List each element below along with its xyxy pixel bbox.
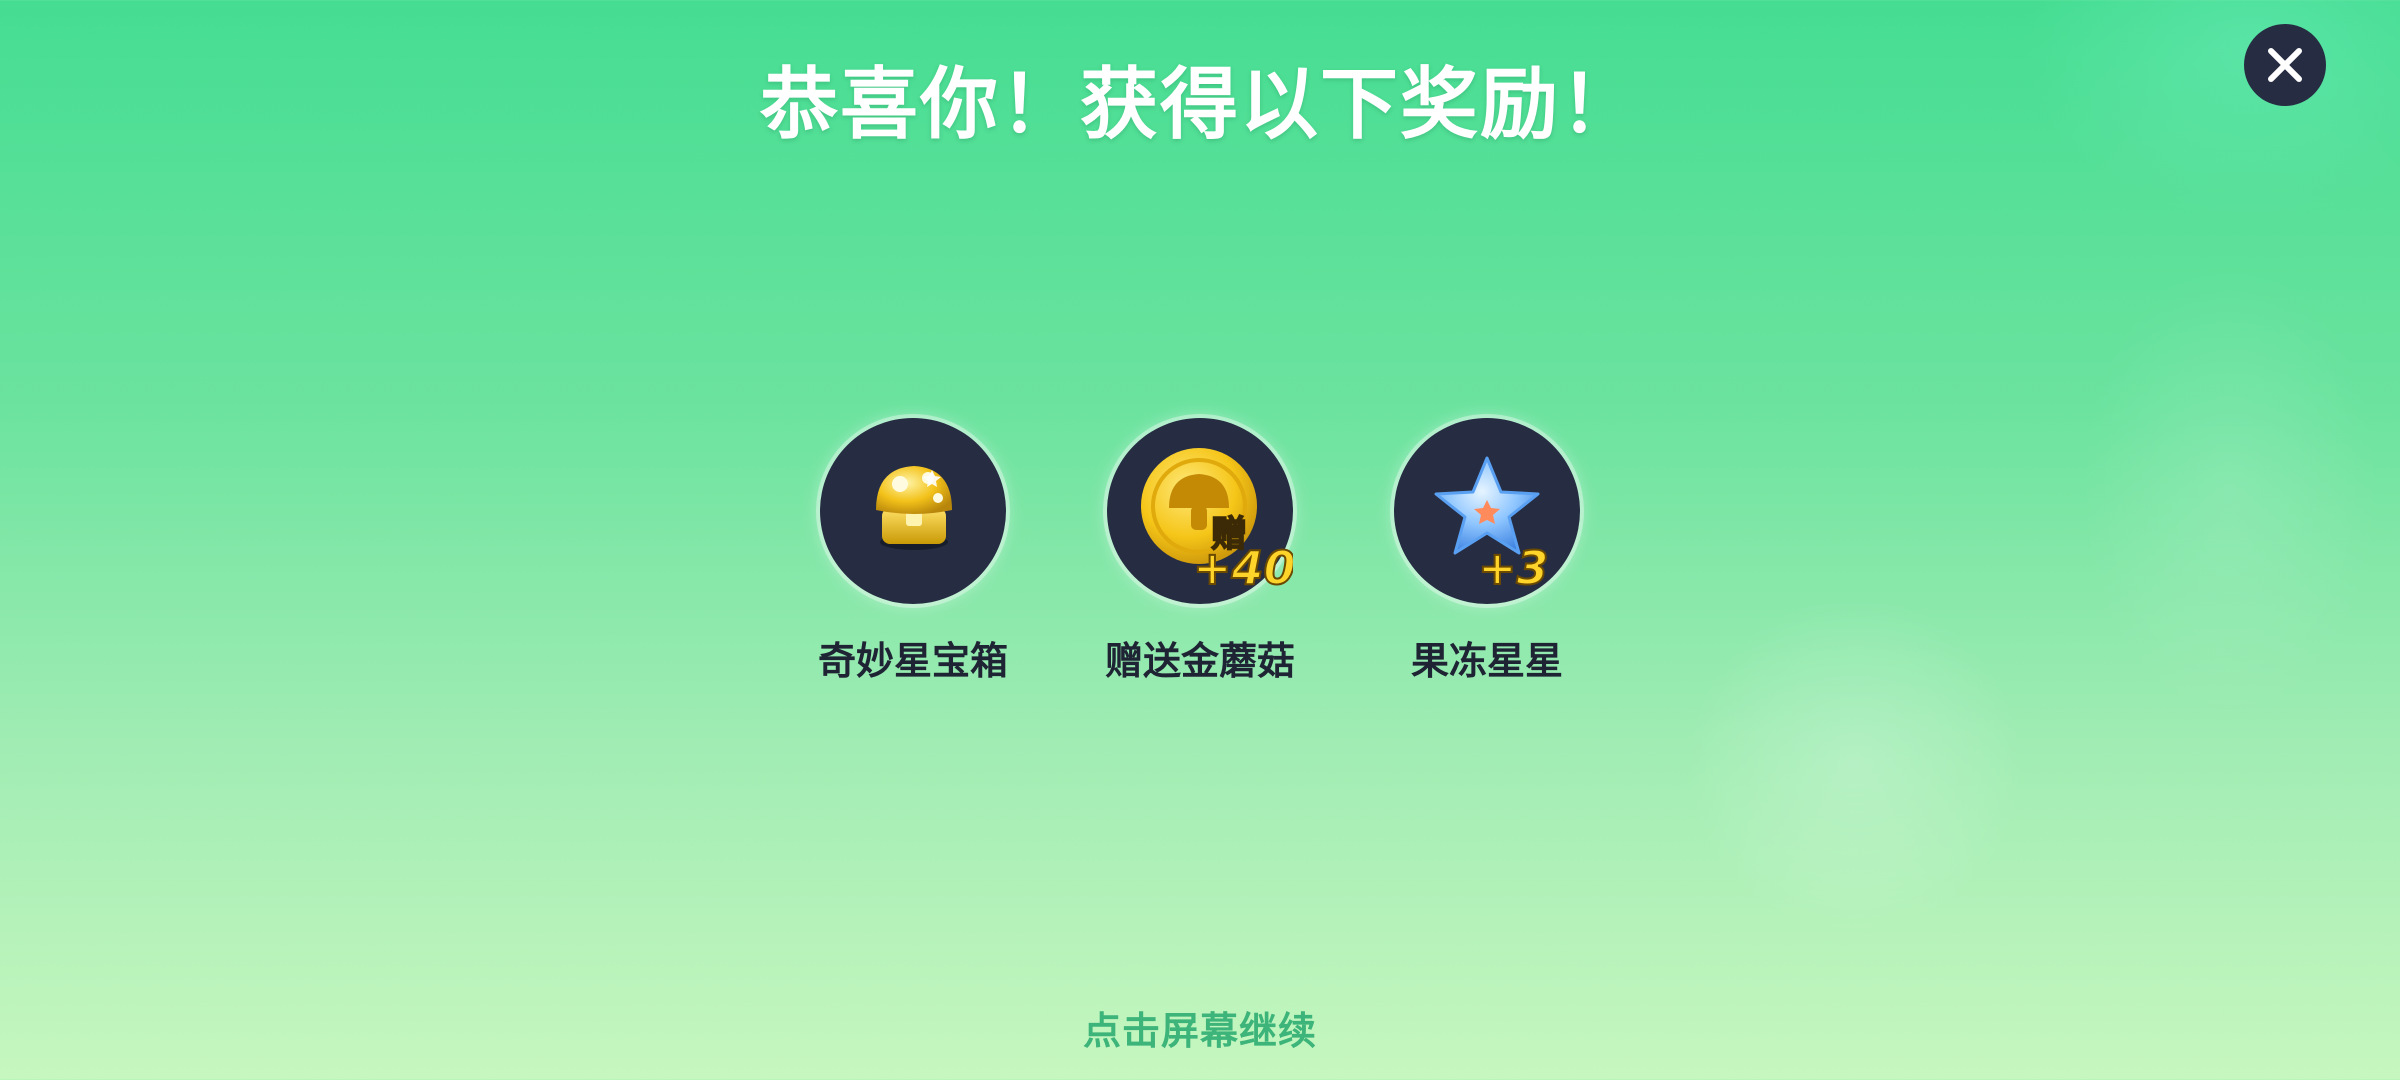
gold-mushroom-coin-icon: 赠 +40 xyxy=(1141,448,1293,596)
reward-title: 恭喜你！获得以下奖励！ xyxy=(759,60,1640,150)
close-icon xyxy=(2268,48,2302,82)
jelly-star-icon: +3 xyxy=(1434,456,1550,596)
close-button[interactable] xyxy=(2244,24,2326,106)
reward-badge: +40 xyxy=(1193,541,1293,595)
background-glow xyxy=(1690,600,2020,930)
reward-icon-disc: +3 xyxy=(1394,418,1580,604)
reward-icon-disc: 赠 +40 xyxy=(1107,418,1293,604)
reward-label: 奇妙星宝箱 xyxy=(817,639,1008,683)
reward-label: 果冻星星 xyxy=(1410,639,1563,683)
continue-hint[interactable]: 点击屏幕继续 xyxy=(0,1000,2400,1055)
background-glow xyxy=(2080,260,2380,720)
reward-icon-disc xyxy=(820,418,1006,604)
reward-badge: +3 xyxy=(1478,541,1549,595)
reward-label: 赠送金蘑菇 xyxy=(1104,639,1295,683)
golden-mushroom-chest-icon xyxy=(876,466,952,550)
